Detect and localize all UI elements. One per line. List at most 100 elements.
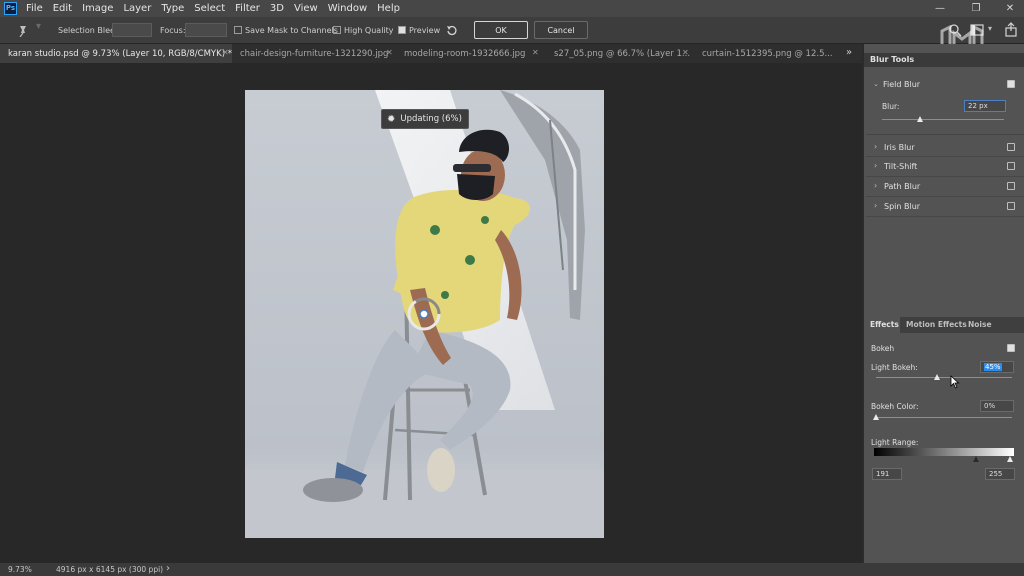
spin-blur-checkbox[interactable] bbox=[1007, 202, 1015, 210]
tool-preset-chevron-icon[interactable]: ▾ bbox=[36, 21, 41, 32]
high-quality-label: High Quality bbox=[344, 26, 394, 35]
preview-checkbox[interactable] bbox=[398, 26, 406, 34]
light-bokeh-slider-track[interactable] bbox=[876, 377, 1012, 378]
options-bar: ▾ Selection Bleed: Focus: Save Mask to C… bbox=[0, 17, 1024, 51]
high-quality-checkbox[interactable] bbox=[333, 26, 341, 34]
minimize-icon[interactable]: — bbox=[928, 0, 952, 17]
chevron-right-icon[interactable]: › bbox=[874, 161, 877, 170]
light-range-gradient[interactable] bbox=[874, 448, 1014, 456]
tab-curtain[interactable]: curtain-1512395.png @ 12.5... bbox=[694, 44, 840, 63]
menu-window[interactable]: Window bbox=[328, 3, 367, 14]
tab-modeling-room[interactable]: modeling-room-1932666.jpg ✕ bbox=[396, 44, 546, 63]
tab-effects-label: Effects bbox=[870, 320, 899, 329]
restore-icon[interactable]: ❐ bbox=[964, 0, 988, 17]
light-bokeh-value: 45% bbox=[984, 363, 1002, 371]
tilt-shift-checkbox[interactable] bbox=[1007, 162, 1015, 170]
tab-label: modeling-room-1932666.jpg bbox=[404, 48, 526, 59]
tilt-shift-label: Tilt-Shift bbox=[884, 162, 918, 171]
spinner-icon: ✹ bbox=[387, 113, 396, 125]
preview-label: Preview bbox=[409, 26, 441, 35]
bokeh-color-field[interactable]: 0% bbox=[980, 400, 1014, 412]
menu-layer[interactable]: Layer bbox=[123, 3, 151, 14]
reset-pins-icon[interactable] bbox=[445, 24, 459, 37]
updating-label: Updating (6%) bbox=[400, 114, 462, 124]
tab-close-icon[interactable]: ✕ bbox=[682, 48, 689, 57]
path-blur-label: Path Blur bbox=[884, 182, 921, 191]
menu-select[interactable]: Select bbox=[194, 3, 225, 14]
field-blur-checkbox[interactable] bbox=[1007, 80, 1015, 88]
blur-slider-thumb[interactable] bbox=[917, 116, 923, 122]
bokeh-color-label: Bokeh Color: bbox=[871, 402, 919, 411]
tab-effects[interactable]: Effects bbox=[864, 317, 900, 333]
tab-overflow-icon[interactable]: » bbox=[846, 47, 852, 58]
bokeh-checkbox[interactable] bbox=[1007, 344, 1015, 352]
canvas-area[interactable]: ✹ Updating (6%) bbox=[0, 63, 862, 563]
iris-blur-checkbox[interactable] bbox=[1007, 143, 1015, 151]
light-range-high-field[interactable]: 255 bbox=[985, 468, 1015, 480]
blur-amount-field[interactable]: 22 px bbox=[964, 100, 1006, 112]
tab-karan-studio[interactable]: karan studio.psd @ 9.73% (Layer 10, RGB/… bbox=[0, 44, 232, 63]
tab-s27-05[interactable]: s27_05.png @ 66.7% (Layer 1... ✕ bbox=[546, 44, 694, 63]
menu-3d[interactable]: 3D bbox=[270, 3, 284, 14]
tab-motion-effects[interactable]: Motion Effects bbox=[906, 320, 967, 329]
tilt-shift-row[interactable]: › Tilt-Shift bbox=[866, 157, 1024, 177]
iris-blur-row[interactable]: › Iris Blur bbox=[866, 138, 1024, 157]
blur-tools-header: Blur Tools bbox=[864, 53, 1024, 67]
tab-label: karan studio.psd @ 9.73% (Layer 10, RGB/… bbox=[8, 48, 232, 59]
tab-close-icon[interactable]: ✕ bbox=[532, 48, 539, 57]
field-blur-label[interactable]: Field Blur bbox=[883, 80, 920, 89]
photoshop-logo-icon[interactable]: Ps bbox=[4, 2, 17, 15]
blur-panel: Blur Tools ⌄ Field Blur Blur: 22 px › Ir… bbox=[862, 44, 1024, 563]
tab-noise[interactable]: Noise bbox=[968, 320, 992, 329]
bokeh-color-slider-thumb[interactable] bbox=[873, 414, 879, 420]
tab-chair-design[interactable]: chair-design-furniture-1321290.jpg ✕ bbox=[232, 44, 396, 63]
chevron-right-icon[interactable]: › bbox=[874, 181, 877, 190]
share-icon[interactable] bbox=[1004, 22, 1018, 37]
menu-bar: Ps File Edit Image Layer Type Select Fil… bbox=[0, 0, 1024, 17]
chevron-right-icon[interactable]: › bbox=[874, 201, 877, 210]
menu-view[interactable]: View bbox=[294, 3, 318, 14]
path-blur-row[interactable]: › Path Blur bbox=[866, 177, 1024, 197]
menu-help[interactable]: Help bbox=[377, 3, 400, 14]
document-dimensions: 4916 px x 6145 px (300 ppi) bbox=[56, 565, 164, 574]
tab-close-icon[interactable]: ✕ bbox=[222, 48, 229, 57]
menu-filter[interactable]: Filter bbox=[235, 3, 260, 14]
chevron-down-icon[interactable]: ⌄ bbox=[873, 80, 879, 88]
tab-label: s27_05.png @ 66.7% (Layer 1... bbox=[554, 48, 691, 59]
close-icon[interactable]: ✕ bbox=[998, 0, 1022, 17]
tab-close-icon[interactable]: ✕ bbox=[386, 48, 393, 57]
tab-label: chair-design-furniture-1321290.jpg bbox=[240, 48, 389, 59]
bokeh-label: Bokeh bbox=[871, 344, 895, 353]
light-range-low-thumb[interactable] bbox=[973, 456, 979, 462]
tab-label: curtain-1512395.png @ 12.5... bbox=[702, 48, 833, 59]
light-bokeh-label: Light Bokeh: bbox=[871, 363, 918, 372]
light-range-label: Light Range: bbox=[871, 438, 919, 447]
menu-edit[interactable]: Edit bbox=[53, 3, 72, 14]
save-mask-checkbox[interactable] bbox=[234, 26, 242, 34]
menu-file[interactable]: File bbox=[26, 3, 43, 14]
light-range-high-thumb[interactable] bbox=[1007, 456, 1013, 462]
cancel-button[interactable]: Cancel bbox=[534, 21, 588, 39]
ok-button[interactable]: OK bbox=[474, 21, 528, 39]
chevron-right-icon[interactable]: › bbox=[874, 142, 877, 151]
blur-slider-track[interactable] bbox=[882, 119, 1004, 120]
blur-tools-title: Blur Tools bbox=[870, 55, 915, 64]
status-bar: 9.73% 4916 px x 6145 px (300 ppi) › bbox=[0, 563, 1024, 576]
selection-bleed-field[interactable] bbox=[112, 23, 152, 37]
path-blur-checkbox[interactable] bbox=[1007, 182, 1015, 190]
blur-amount-label: Blur: bbox=[882, 102, 900, 111]
light-range-low-field[interactable]: 191 bbox=[872, 468, 902, 480]
light-bokeh-field[interactable]: 45% bbox=[980, 361, 1014, 373]
bokeh-color-slider-track[interactable] bbox=[876, 417, 1012, 418]
updating-indicator: ✹ Updating (6%) bbox=[381, 109, 469, 129]
effects-tab-bar: Effects Motion Effects Noise bbox=[864, 317, 1024, 333]
spin-blur-row[interactable]: › Spin Blur bbox=[866, 197, 1024, 217]
zoom-level[interactable]: 9.73% bbox=[8, 565, 32, 574]
focus-field[interactable] bbox=[185, 23, 227, 37]
blur-pin-ring-icon[interactable] bbox=[406, 296, 442, 332]
menu-type[interactable]: Type bbox=[161, 3, 184, 14]
light-bokeh-slider-thumb[interactable] bbox=[934, 374, 940, 380]
status-arrow-icon[interactable]: › bbox=[166, 563, 170, 574]
blur-pin-tool-icon[interactable] bbox=[16, 24, 30, 37]
menu-image[interactable]: Image bbox=[82, 3, 113, 14]
